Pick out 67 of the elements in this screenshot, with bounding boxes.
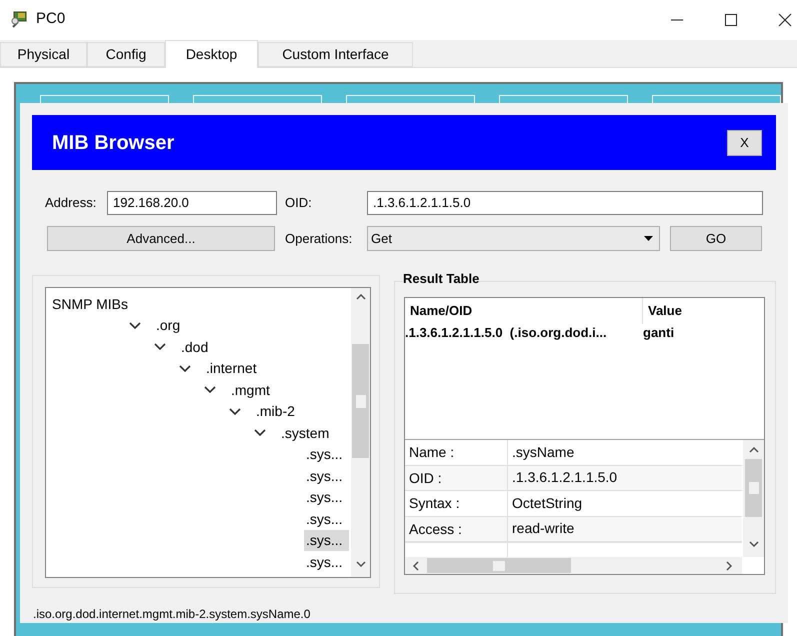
chevron-down-icon[interactable] xyxy=(179,364,191,373)
go-button[interactable]: GO xyxy=(670,226,762,251)
tree-item[interactable]: .system xyxy=(279,422,336,444)
tree-item[interactable]: .sys... xyxy=(304,508,349,530)
close-icon[interactable] xyxy=(778,12,792,26)
maximize-icon[interactable] xyxy=(724,12,738,26)
tab[interactable]: Physical xyxy=(0,42,87,67)
chevron-down-icon[interactable] xyxy=(154,343,166,352)
chevron-down-icon[interactable] xyxy=(254,429,266,438)
tree-item[interactable]: .dod xyxy=(179,336,214,358)
vertical-scrollbar[interactable] xyxy=(351,288,370,577)
tree-item[interactable]: .org xyxy=(154,315,186,336)
tab[interactable]: Custom Interface xyxy=(258,42,413,67)
scroll-up-icon[interactable] xyxy=(748,447,758,453)
scrollbar-thumb[interactable] xyxy=(427,558,571,573)
oid-field[interactable]: .1.3.6.1.2.1.1.5.0 xyxy=(367,191,763,215)
scroll-down-icon[interactable] xyxy=(748,541,758,547)
detail-value: OctetString xyxy=(511,494,582,513)
scroll-up-icon[interactable] xyxy=(356,294,366,300)
app-tile[interactable] xyxy=(40,95,169,103)
table-cell-text: .1.3.6.1.2.1.1.5.0 (.iso.org.dod.i... xyxy=(405,324,608,342)
tree-item[interactable]: .internet xyxy=(204,358,263,380)
tree-item[interactable]: .sys... xyxy=(304,552,349,573)
tree-item[interactable]: .sys... xyxy=(304,530,349,552)
app-tile[interactable] xyxy=(346,95,475,103)
dialog-title: MIB Browser xyxy=(52,130,174,156)
tree-item[interactable]: .mib-2 xyxy=(254,401,301,422)
tab[interactable]: Config xyxy=(87,42,165,67)
advanced-button[interactable]: Advanced... xyxy=(47,226,275,251)
close-button[interactable]: X xyxy=(727,130,762,156)
scroll-down-icon[interactable] xyxy=(356,561,366,567)
tab[interactable]: Desktop xyxy=(165,40,258,68)
address-label: Address: xyxy=(45,194,98,212)
scroll-right-icon[interactable] xyxy=(726,560,732,570)
app-tile[interactable] xyxy=(193,95,322,103)
scrollbar-thumb[interactable] xyxy=(352,344,369,458)
detail-value: .sysName xyxy=(511,442,574,462)
status-text: .iso.org.dod.internet.mgmt.mib-2.system.sysName.0 xyxy=(32,606,310,623)
detail-label: Name : xyxy=(405,440,508,464)
column-header[interactable]: Value xyxy=(643,298,682,324)
scroll-left-icon[interactable] xyxy=(413,560,419,570)
detail-value: .1.3.6.1.2.1.1.5.0 xyxy=(511,468,618,488)
tree-item[interactable]: .sys... xyxy=(304,444,349,466)
dropdown-arrow-icon xyxy=(644,236,653,241)
column-header[interactable]: Name/OID xyxy=(405,298,643,324)
app-tile[interactable] xyxy=(499,95,628,103)
chevron-down-icon[interactable] xyxy=(229,408,241,416)
detail-value: read-write xyxy=(511,519,574,538)
chevron-down-icon[interactable] xyxy=(204,386,216,394)
address-field[interactable]: 192.168.20.0 xyxy=(107,191,277,215)
scrollbar-thumb[interactable] xyxy=(745,459,762,517)
app-tile[interactable] xyxy=(652,95,781,103)
window-title: PC0 xyxy=(36,9,66,30)
oid-label: OID: xyxy=(285,194,313,212)
tree-item[interactable]: .mgmt xyxy=(229,380,276,401)
tree-item[interactable]: SNMP MIBs xyxy=(52,296,128,312)
table-cell-text: ganti xyxy=(643,324,674,342)
horizontal-scrollbar[interactable] xyxy=(405,557,742,574)
detail-label: OID : xyxy=(405,466,508,490)
chevron-down-icon[interactable] xyxy=(129,322,141,330)
tree-item[interactable]: .sys... xyxy=(304,466,349,487)
operations-label: Operations: xyxy=(285,230,354,248)
detail-label: Access : xyxy=(405,516,508,541)
detail-label: Syntax : xyxy=(405,491,508,516)
tree-item[interactable]: .sys... xyxy=(304,487,349,508)
vertical-scrollbar[interactable] xyxy=(743,440,764,557)
operations-dropdown[interactable]: Get xyxy=(367,226,660,251)
